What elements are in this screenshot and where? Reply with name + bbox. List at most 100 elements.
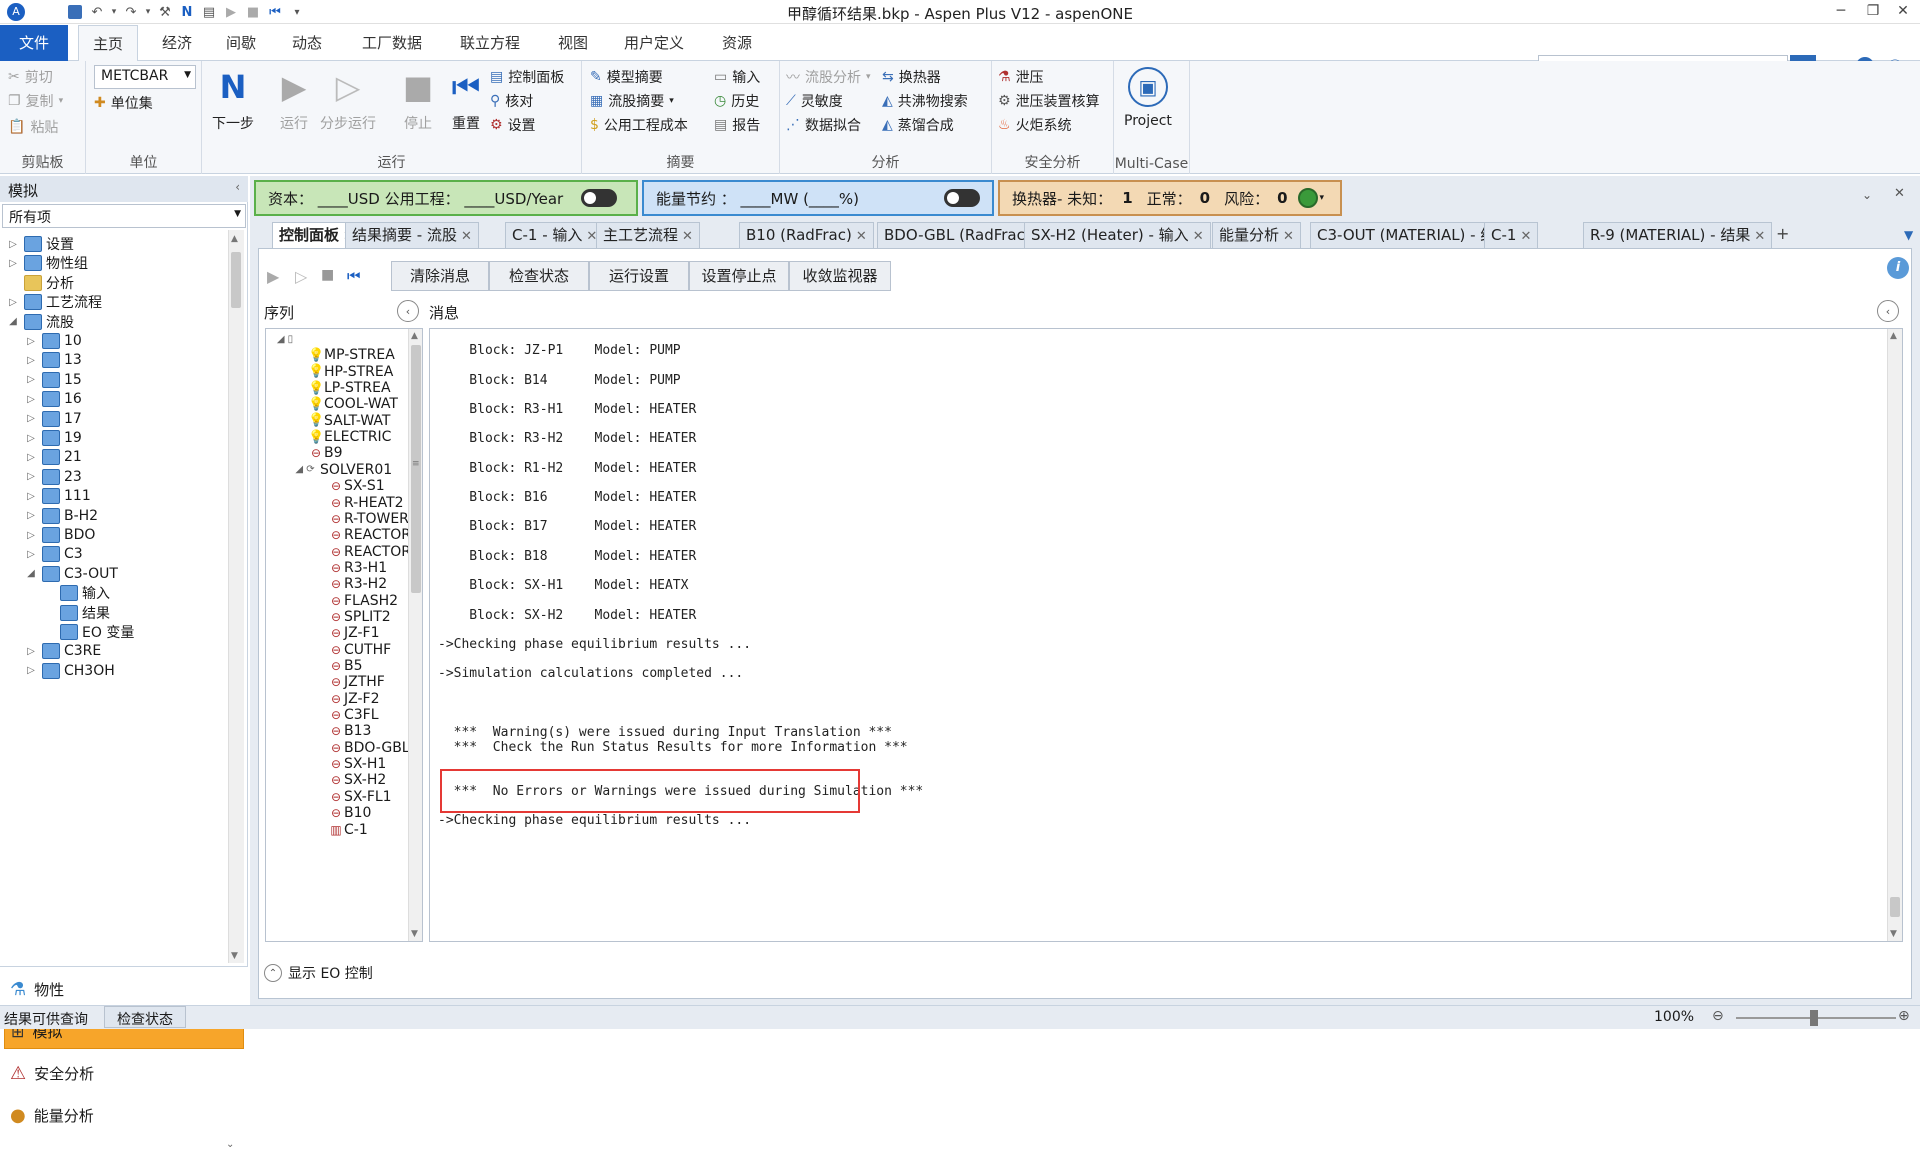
set-stop-points-button[interactable]: 设置停止点 [689,261,789,291]
stream-summary-button[interactable]: ▦ 流股摘要 ▾ [590,91,674,111]
collapse-arrow-icon[interactable]: ◢ [24,568,38,579]
report-button[interactable]: ▤ 报告 [714,115,760,135]
economics-toggle[interactable] [581,189,618,207]
expand-arrow-icon[interactable]: ▷ [24,374,38,385]
tree-item[interactable]: ▷ CH3OH [24,659,115,683]
zoom-out-icon[interactable]: ⊖ [1712,1008,1724,1024]
expand-arrow-icon[interactable]: ▷ [24,452,38,463]
reset-icon[interactable]: ⏮ [347,267,361,285]
next-button[interactable]: N 下一步 [212,67,254,133]
check-status-button[interactable]: 检查状态 [489,261,589,291]
stream-analysis-button[interactable]: 〰流股分析 ▾ [786,67,871,87]
new-tab-icon[interactable]: + [1776,224,1789,243]
check-button[interactable]: ⚲ 核对 [490,91,533,111]
tab-batch[interactable]: 间歇 [212,25,270,61]
document-tab[interactable]: R-9 (MATERIAL) - 结果 ✕ [1583,222,1773,248]
history-button[interactable]: ◷ 历史 [714,91,759,111]
collapse-arrow-icon[interactable]: ◢ [6,316,20,327]
energy-toggle[interactable] [944,189,980,207]
strip-dropdown-icon[interactable]: ⌄ [1862,188,1872,202]
run-settings-button[interactable]: 运行设置 [589,261,689,291]
sequence-item[interactable]: ◢ ▯ [270,329,300,349]
navigation-scrollbar[interactable]: ▲ ▼ [228,230,244,963]
step-button[interactable]: ▷ 分步运行 [320,67,376,133]
tab-file[interactable]: 文件 [0,25,68,61]
relief-rating-button[interactable]: ⚙ 泄压装置核算 [998,91,1100,111]
nav-safety-analysis[interactable]: ⚠ 安全分析 [4,1055,244,1091]
expand-arrow-icon[interactable]: ▷ [24,355,38,366]
copy-button[interactable]: ❐ 复制 ▾ [8,91,63,111]
expand-arrow-icon[interactable]: ▷ [24,336,38,347]
check-status-tab[interactable]: 检查状态 [104,1006,186,1028]
expand-arrow-icon[interactable]: ▷ [24,646,38,657]
run-button[interactable]: ▶ 运行 [274,67,314,133]
close-tab-icon[interactable]: ✕ [856,229,867,244]
expand-arrow-icon[interactable]: ▷ [24,413,38,424]
step-icon[interactable]: ▷ [295,267,307,286]
nav-properties[interactable]: ⚗ 物性 [4,971,244,1007]
close-tab-icon[interactable]: ✕ [461,229,472,244]
configure-buttons-icon[interactable]: ⌄ [226,1139,234,1150]
navigation-filter-select[interactable]: 所有项 ▼ [2,204,246,228]
project-button[interactable]: ▣ Project [1124,67,1172,129]
document-tab[interactable]: C-1 ✕ [1484,222,1539,248]
expand-arrow-icon[interactable]: ▷ [24,394,38,405]
document-tab[interactable]: B10 (RadFrac) ✕ [739,222,874,248]
cut-button[interactable]: ✂ 剪切 [8,67,53,87]
zoom-in-icon[interactable]: ⊕ [1898,1008,1910,1024]
expand-arrow-icon[interactable]: ▷ [6,258,20,269]
expand-arrow-icon[interactable]: ▷ [24,510,38,521]
energy-strip[interactable]: 能量节约 ： ____MW (____%) [642,180,994,216]
input-button[interactable]: ▭ 输入 [714,67,760,87]
heat-exchanger-button[interactable]: ⇆ 换热器 [882,67,941,87]
sequence-item[interactable]: ▥ C-1 [328,820,367,840]
control-panel-button[interactable]: ▤ 控制面板 [490,67,564,87]
nav-energy-analysis[interactable]: ● 能量分析 [4,1097,244,1133]
run-icon[interactable]: ▶ [267,267,279,286]
document-tab[interactable]: C-1 - 输入 ✕ [505,222,605,248]
zoom-slider-thumb[interactable] [1810,1010,1818,1026]
close-icon[interactable]: ✕ [1886,0,1920,22]
unit-sets-button[interactable]: ✚ 单位集 [94,93,153,113]
azeotrope-search-button[interactable]: ◭ 共沸物搜索 [882,91,968,111]
tab-equation-oriented[interactable]: 联立方程 [446,25,534,61]
tab-list-icon[interactable]: ▼ [1904,228,1913,242]
collapse-sequence-icon[interactable]: ‹ [397,300,419,322]
sensitivity-button[interactable]: ⟋ 灵敏度 [786,91,843,111]
expand-arrow-icon[interactable]: ▷ [6,297,20,308]
minimize-icon[interactable]: ─ [1824,0,1858,22]
distillation-synthesis-button[interactable]: ◭ 蒸馏合成 [882,115,954,135]
close-tab-icon[interactable]: ✕ [1283,229,1294,244]
info-icon[interactable]: i [1887,257,1909,279]
expand-arrow-icon[interactable]: ▷ [24,549,38,560]
show-eo-control[interactable]: ⌃ 显示 EO 控制 [264,963,373,983]
unit-set-select[interactable]: METCBAR ▼ [94,65,196,89]
expand-arrow-icon[interactable]: ▷ [24,530,38,541]
heat-exchanger-strip[interactable]: 换热器- 未知： 1 正常： 0 风险： 0 ▾ [998,180,1342,216]
document-tab[interactable]: 主工艺流程 ✕ [596,222,700,248]
reset-button[interactable]: ⏮ 重置 [446,67,486,133]
expand-arrow-icon[interactable]: ▷ [6,239,20,250]
model-summary-button[interactable]: ✎ 模型摘要 [590,67,663,87]
utility-cost-button[interactable]: $ 公用工程成本 [590,115,688,135]
sequence-scrollbar[interactable]: ▲ ≡ ▼ [408,329,422,941]
collapse-pane-icon[interactable]: ‹ [235,180,240,194]
restore-icon[interactable]: ❐ [1856,0,1890,22]
tab-home[interactable]: 主页 [78,25,139,62]
hx-status-icon[interactable] [1297,188,1318,208]
strip-close-icon[interactable]: ✕ [1894,186,1905,201]
collapse-messages-icon[interactable]: ‹ [1877,300,1899,322]
run-settings-button[interactable]: ⚙ 设置 [490,115,536,135]
tab-dynamics[interactable]: 动态 [278,25,336,61]
expand-arrow-icon[interactable]: ▷ [24,433,38,444]
close-tab-icon[interactable]: ✕ [1754,229,1765,244]
document-tab[interactable]: SX-H2 (Heater) - 输入 ✕ [1024,222,1211,248]
document-tab[interactable]: 能量分析 ✕ [1212,222,1301,248]
economics-strip[interactable]: 资本： ____USD 公用工程： ____USD/Year [254,180,638,216]
document-tab[interactable]: 结果摘要 - 流股 ✕ [345,222,479,248]
stop-button[interactable]: ■ 停止 [398,67,438,133]
tab-resources[interactable]: 资源 [708,25,766,61]
tab-economics[interactable]: 经济 [148,25,206,61]
tab-plant-data[interactable]: 工厂数据 [348,25,436,61]
close-tab-icon[interactable]: ✕ [682,229,693,244]
